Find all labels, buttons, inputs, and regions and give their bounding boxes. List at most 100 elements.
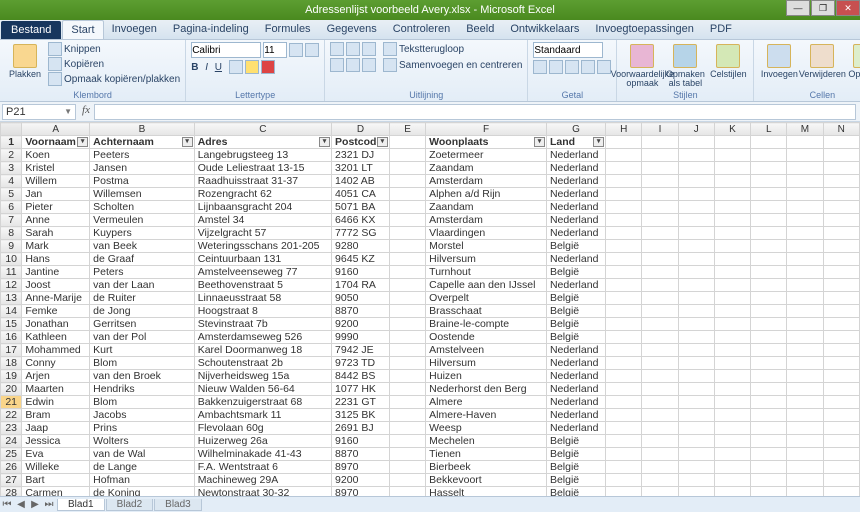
sheet-nav-last[interactable]: ⏭ <box>42 499 56 510</box>
cell[interactable]: 9050 <box>332 292 390 305</box>
cell[interactable] <box>606 305 642 318</box>
cell[interactable] <box>678 461 714 474</box>
copy-button[interactable]: Kopiëren <box>48 57 180 71</box>
cell[interactable]: Femke <box>22 305 90 318</box>
cell[interactable] <box>751 344 787 357</box>
cell[interactable]: Joost <box>22 279 90 292</box>
cell[interactable] <box>751 175 787 188</box>
cell[interactable] <box>389 435 425 448</box>
cell-styles-button[interactable]: Celstijlen <box>708 42 748 81</box>
cell[interactable] <box>606 253 642 266</box>
cell[interactable]: Hofman <box>90 474 195 487</box>
cell[interactable] <box>642 201 678 214</box>
cell[interactable] <box>751 370 787 383</box>
cell[interactable]: België <box>546 318 605 331</box>
cell[interactable]: 9645 KZ <box>332 253 390 266</box>
cell[interactable] <box>714 253 750 266</box>
ribbon-tab[interactable]: Start <box>62 20 103 39</box>
cell[interactable] <box>787 292 823 305</box>
cell[interactable] <box>787 266 823 279</box>
cell[interactable]: 9280 <box>332 240 390 253</box>
cell[interactable]: Linnaeusstraat 58 <box>194 292 331 305</box>
row-header[interactable]: 15 <box>1 318 22 331</box>
cell[interactable] <box>751 214 787 227</box>
cell[interactable]: Turnhout <box>426 266 547 279</box>
cell[interactable]: 3125 BK <box>332 409 390 422</box>
cell[interactable]: België <box>546 461 605 474</box>
cell[interactable] <box>751 448 787 461</box>
row-header[interactable]: 7 <box>1 214 22 227</box>
row-header[interactable]: 2 <box>1 149 22 162</box>
row-header[interactable]: 26 <box>1 461 22 474</box>
cell[interactable]: Nederland <box>546 409 605 422</box>
align-middle-icon[interactable] <box>346 42 360 56</box>
cell[interactable]: Nederland <box>546 422 605 435</box>
cell[interactable] <box>678 279 714 292</box>
cell[interactable]: Jaap <box>22 422 90 435</box>
header-cell[interactable] <box>751 136 787 149</box>
cell[interactable] <box>389 240 425 253</box>
cell[interactable]: 9990 <box>332 331 390 344</box>
cell[interactable] <box>823 305 859 318</box>
cell[interactable]: Postma <box>90 175 195 188</box>
cell[interactable]: Nederland <box>546 175 605 188</box>
cell[interactable] <box>389 292 425 305</box>
wrap-text-icon[interactable] <box>383 42 397 56</box>
cell[interactable] <box>678 227 714 240</box>
header-cell[interactable]: Achternaam▾ <box>90 136 195 149</box>
sheet-tab[interactable]: Blad3 <box>154 499 202 511</box>
ribbon-tab[interactable]: Formules <box>257 20 319 39</box>
cell[interactable] <box>642 396 678 409</box>
cell[interactable] <box>642 279 678 292</box>
cell[interactable] <box>787 383 823 396</box>
cell[interactable] <box>642 149 678 162</box>
cell[interactable]: Gerritsen <box>90 318 195 331</box>
cell[interactable]: België <box>546 331 605 344</box>
cell[interactable]: Nederland <box>546 357 605 370</box>
cell[interactable] <box>823 266 859 279</box>
cell[interactable]: Anne <box>22 214 90 227</box>
cell[interactable] <box>678 448 714 461</box>
cell[interactable] <box>751 383 787 396</box>
cell[interactable] <box>678 487 714 497</box>
cell[interactable] <box>714 357 750 370</box>
col-header[interactable]: H <box>606 123 642 136</box>
ribbon-tab[interactable]: PDF <box>702 20 740 39</box>
cell[interactable]: Prins <box>90 422 195 435</box>
align-bottom-icon[interactable] <box>362 42 376 56</box>
row-header[interactable]: 1 <box>1 136 22 149</box>
cell[interactable] <box>606 149 642 162</box>
cell[interactable] <box>751 227 787 240</box>
cell[interactable] <box>678 409 714 422</box>
cell[interactable] <box>642 409 678 422</box>
file-tab[interactable]: Bestand <box>1 21 61 39</box>
cell[interactable]: 6466 KX <box>332 214 390 227</box>
cell[interactable]: van de Wal <box>90 448 195 461</box>
cell[interactable]: Bekkevoort <box>426 474 547 487</box>
cell[interactable]: Edwin <box>22 396 90 409</box>
row-header[interactable]: 3 <box>1 162 22 175</box>
cell[interactable]: Alphen a/d Rijn <box>426 188 547 201</box>
cell[interactable] <box>751 279 787 292</box>
cell[interactable] <box>389 214 425 227</box>
cell[interactable] <box>606 292 642 305</box>
worksheet-grid[interactable]: ABCDEFGHIJKLMN1Voornaam▾Achternaam▾Adres… <box>0 122 860 496</box>
close-button[interactable]: ✕ <box>836 0 860 16</box>
insert-button[interactable]: Invoegen <box>759 42 799 81</box>
cell[interactable]: Peters <box>90 266 195 279</box>
cell[interactable]: Beethovenstraat 5 <box>194 279 331 292</box>
cell[interactable] <box>751 240 787 253</box>
cell[interactable] <box>823 409 859 422</box>
cell[interactable] <box>714 318 750 331</box>
cell[interactable]: de Lange <box>90 461 195 474</box>
header-cell[interactable]: Land▾ <box>546 136 605 149</box>
cell[interactable]: Nederland <box>546 214 605 227</box>
format-painter-button[interactable]: Opmaak kopiëren/plakken <box>48 72 180 86</box>
cell[interactable] <box>823 435 859 448</box>
cell[interactable] <box>606 266 642 279</box>
cell[interactable]: België <box>546 266 605 279</box>
cell[interactable]: Schoutenstraat 2b <box>194 357 331 370</box>
cell[interactable]: Weteringsschans 201-205 <box>194 240 331 253</box>
cell[interactable] <box>751 188 787 201</box>
cell[interactable]: 2691 BJ <box>332 422 390 435</box>
